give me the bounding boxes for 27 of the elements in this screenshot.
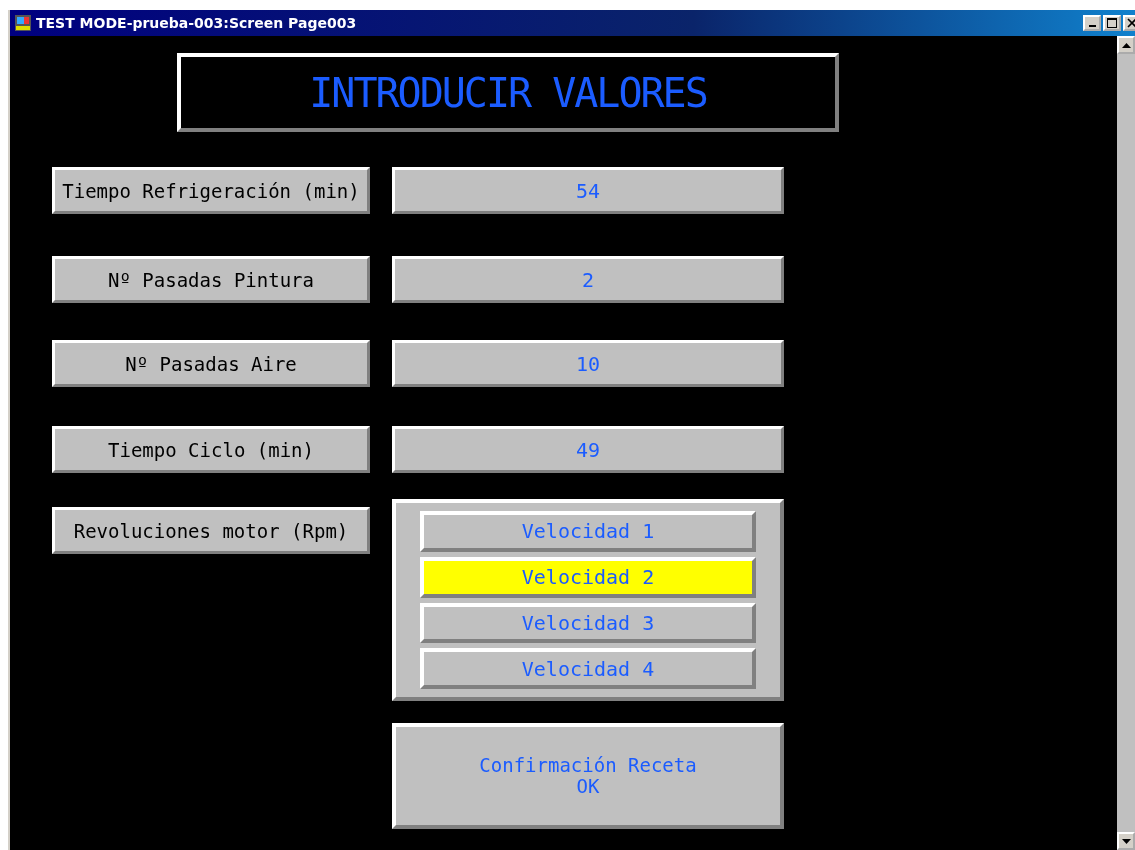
speed-option[interactable]: Velocidad 1 <box>420 511 756 552</box>
field-label: Tiempo Ciclo (min) <box>52 426 370 473</box>
minimize-icon <box>1088 25 1096 27</box>
window-title: TEST MODE-prueba-003:Screen Page003 <box>36 15 358 31</box>
maximize-button[interactable] <box>1103 15 1121 31</box>
speed-option[interactable]: Velocidad 4 <box>420 648 756 689</box>
field-label: Tiempo Refrigeración (min) <box>52 167 370 214</box>
speed-option[interactable]: Velocidad 3 <box>420 602 756 644</box>
field-label: Nº Pasadas Pintura <box>52 256 370 303</box>
value-field[interactable]: 49 <box>392 426 784 473</box>
scrollbar[interactable] <box>1117 36 1135 850</box>
confirm-button[interactable]: Confirmación Receta OK <box>392 723 784 829</box>
value-field[interactable]: 10 <box>392 340 784 387</box>
field-label: Nº Pasadas Aire <box>52 340 370 387</box>
screen-heading: INTRODUCIR VALORES <box>177 53 839 132</box>
minimize-button[interactable] <box>1083 15 1101 31</box>
scroll-up-button[interactable] <box>1117 36 1135 54</box>
value-field[interactable]: 2 <box>392 256 784 303</box>
close-icon <box>1127 18 1135 28</box>
app-icon <box>14 14 32 32</box>
field-label: Revoluciones motor (Rpm) <box>52 507 370 554</box>
up-arrow-icon <box>1121 42 1131 48</box>
maximize-icon <box>1107 18 1117 28</box>
down-arrow-icon <box>1121 838 1131 844</box>
speed-option[interactable]: Velocidad 2 <box>420 556 756 598</box>
scroll-down-button[interactable] <box>1117 832 1135 850</box>
value-field[interactable]: 54 <box>392 167 784 214</box>
